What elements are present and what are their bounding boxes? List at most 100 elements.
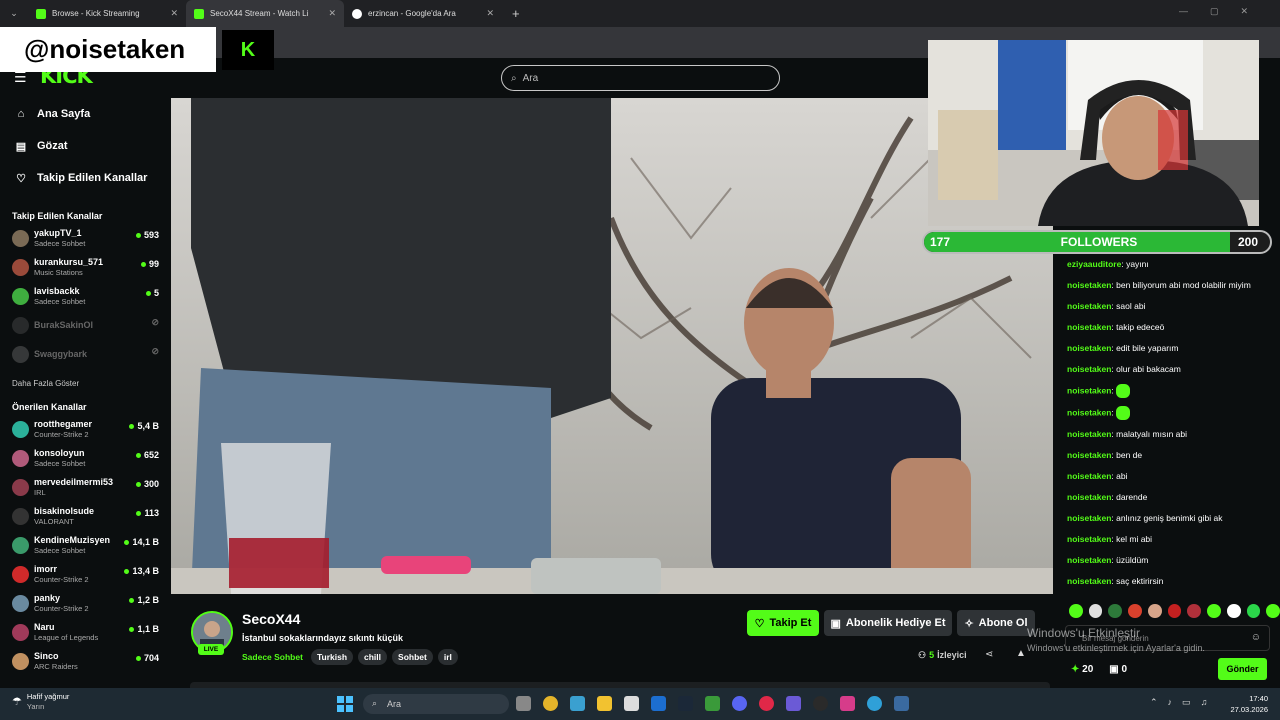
sidebar-channel[interactable]: panky Counter-Strike 2 1,2 B <box>0 589 171 618</box>
emoji-picker-icon[interactable]: ☺ <box>1251 632 1261 643</box>
emote-icon[interactable] <box>1187 604 1202 618</box>
tag[interactable]: Sohbet <box>392 649 433 665</box>
sidebar-channel[interactable]: mervedeilmermi53 IRL 300 <box>0 473 171 502</box>
share-icon[interactable]: ⋖ <box>985 649 993 660</box>
nav-home[interactable]: ⌂ Ana Sayfa <box>0 98 171 130</box>
chat-username[interactable]: noisetaken <box>1067 280 1111 290</box>
tag[interactable]: chill <box>358 649 388 665</box>
follow-button[interactable]: ♡ Takip Et <box>747 610 819 636</box>
sidebar-channel[interactable]: BurakSakinOl ⊘ <box>0 311 171 340</box>
monitor-icon[interactable] <box>570 696 585 711</box>
emote-icon[interactable] <box>1246 604 1261 618</box>
window-controls[interactable]: —▢✕ <box>1179 6 1270 17</box>
chat-username[interactable]: noisetaken <box>1067 364 1111 374</box>
sidebar-channel[interactable]: lavisbackk Sadece Sohbet 5 <box>0 282 171 311</box>
instagram-icon[interactable] <box>840 696 855 711</box>
chat-username[interactable]: noisetaken <box>1067 450 1111 460</box>
steam-icon[interactable] <box>678 696 693 711</box>
chat-username[interactable]: noisetaken <box>1067 322 1111 332</box>
sidebar-channel[interactable]: imorr Counter-Strike 2 13,4 B <box>0 560 171 589</box>
tag[interactable]: Turkish <box>310 649 354 665</box>
store-icon[interactable] <box>624 696 639 711</box>
google-favicon-icon <box>352 8 362 19</box>
chat-username[interactable]: noisetaken <box>1067 555 1111 565</box>
nav-followed[interactable]: ♡ Takip Edilen Kanallar <box>0 162 171 194</box>
subscribe-button[interactable]: ✧ Abone Ol <box>957 610 1035 636</box>
chat-username[interactable]: noisetaken <box>1067 492 1111 502</box>
video-player[interactable] <box>171 98 1053 594</box>
chat-username[interactable]: eziyaauditore <box>1067 259 1121 269</box>
kick-favicon-icon <box>36 8 46 19</box>
folder-icon[interactable] <box>597 696 612 711</box>
network-icon[interactable]: ▭ <box>1182 697 1191 708</box>
close-tab-icon[interactable]: ✕ <box>486 8 494 19</box>
emote-icon[interactable] <box>1108 604 1123 618</box>
emote-icon[interactable] <box>1167 604 1182 618</box>
teams-icon[interactable] <box>786 696 801 711</box>
tab-browse-kick[interactable]: Browse - Kick Streaming ✕ <box>28 0 186 27</box>
sidebar-channel[interactable]: bisakinolsude VALORANT 113 <box>0 502 171 531</box>
sidebar-channel[interactable]: KendineMuzisyen Sadece Sohbet 14,1 B <box>0 531 171 560</box>
emote-icon[interactable] <box>1207 604 1221 618</box>
points-icon: ✦ <box>1071 664 1080 675</box>
clock[interactable]: 17:40 27.03.2026 <box>1228 693 1268 715</box>
chat-username[interactable]: noisetaken <box>1067 471 1111 481</box>
sidebar-channel[interactable]: Sinco ARC Raiders 704 <box>0 647 171 676</box>
taskbar-search-input[interactable]: ⌕ Ara <box>363 694 509 714</box>
sidebar-channel[interactable]: rootthegamer Counter-Strike 2 5,4 B <box>0 415 171 444</box>
new-tab-button[interactable]: + <box>512 6 520 21</box>
task-view-icon[interactable] <box>516 696 531 711</box>
sidebar-channel[interactable]: Swaggybark ⊘ <box>0 340 171 369</box>
emote-icon[interactable] <box>1088 604 1103 618</box>
close-tab-icon[interactable]: ✕ <box>328 8 336 19</box>
tab-google-search[interactable]: erzincan - Google'da Ara ✕ <box>344 0 502 27</box>
youtube-music-icon[interactable] <box>759 696 774 711</box>
show-more-link[interactable]: Daha Fazla Göster <box>0 373 171 395</box>
minecraft-icon[interactable] <box>705 696 720 711</box>
chat-username[interactable]: noisetaken <box>1067 534 1111 544</box>
chevron-up-icon[interactable]: ⌃ <box>1150 697 1158 708</box>
chat-username[interactable]: noisetaken <box>1067 343 1111 353</box>
emote-icon[interactable] <box>1266 604 1280 618</box>
search-input[interactable]: ⌕ Ara <box>501 65 780 91</box>
send-button[interactable]: Gönder <box>1218 658 1267 680</box>
nav-browse[interactable]: ▤ Gözat <box>0 130 171 162</box>
chat-username[interactable]: noisetaken <box>1067 576 1111 586</box>
sidebar-channel[interactable]: konsoloyun Sadece Sohbet 652 <box>0 444 171 473</box>
close-tab-icon[interactable]: ✕ <box>170 8 178 19</box>
tab-search-icon[interactable]: ⌄ <box>0 8 28 19</box>
vpn-icon[interactable] <box>894 696 909 711</box>
weather-widget[interactable]: ☂ Hafif yağmur Yarın <box>12 692 69 712</box>
emote-icon[interactable] <box>1069 604 1083 618</box>
report-icon[interactable]: ▲ <box>1016 648 1026 659</box>
emote-icon[interactable] <box>1226 604 1241 618</box>
channel-avatar <box>12 259 29 276</box>
chat-username[interactable]: noisetaken <box>1067 385 1111 395</box>
volume-icon[interactable]: ♫ <box>1201 697 1208 708</box>
other-counter[interactable]: ▣ 0 <box>1109 664 1127 675</box>
gift-sub-button[interactable]: ▣ Abonelik Hediye Et <box>824 610 952 636</box>
channel-viewers: 652 <box>135 450 159 460</box>
mail-icon[interactable] <box>651 696 666 711</box>
edge-icon[interactable] <box>867 696 882 711</box>
sidebar-channel[interactable]: Naru League of Legends 1,1 B <box>0 618 171 647</box>
chat-username[interactable]: noisetaken <box>1067 301 1111 311</box>
chat-username[interactable]: noisetaken <box>1067 429 1111 439</box>
streamer-name[interactable]: SecoX44 <box>242 611 300 627</box>
channel-points[interactable]: ✦ 20 <box>1071 664 1093 675</box>
sidebar-channel[interactable]: kurankursu_571 Music Stations 99 <box>0 253 171 282</box>
discord-icon[interactable] <box>732 696 747 711</box>
emote-icon[interactable] <box>1128 604 1142 618</box>
windows-start-icon[interactable] <box>337 696 353 712</box>
tab-secox44-stream[interactable]: SecoX44 Stream - Watch Li ✕ <box>186 0 344 27</box>
tag[interactable]: irl <box>437 649 458 665</box>
emote-icon[interactable] <box>1147 604 1162 618</box>
microphone-icon[interactable]: ♪ <box>1168 697 1173 708</box>
chrome-icon[interactable] <box>543 696 558 711</box>
windows-activation-subtitle: Windows'u etkinleştirmek için Ayarlar'a … <box>1027 643 1205 653</box>
stream-category[interactable]: Sadece Sohbet <box>242 652 303 662</box>
chat-username[interactable]: noisetaken <box>1067 513 1111 523</box>
obs-icon[interactable] <box>813 696 828 711</box>
sidebar-channel[interactable]: yakupTV_1 Sadece Sohbet 593 <box>0 224 171 253</box>
chat-username[interactable]: noisetaken <box>1067 407 1111 417</box>
